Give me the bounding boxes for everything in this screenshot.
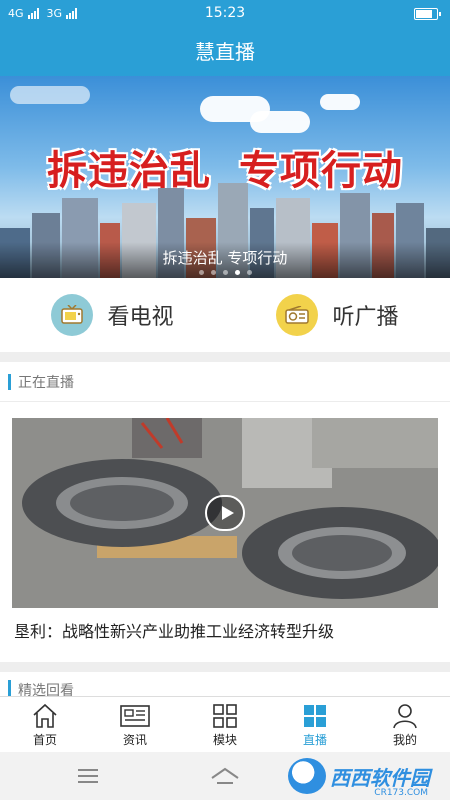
nav-label-profile: 我的: [392, 733, 417, 747]
carousel-dot[interactable]: [210, 270, 216, 275]
watermark-text: 西西软件园: [330, 765, 430, 790]
clock: 15:23: [204, 5, 246, 21]
watch-tv-label: 看电视: [107, 305, 174, 330]
nav-item-home[interactable]: 首页: [0, 697, 90, 752]
live-section: 正在直播 垦利：战略性新兴产业助推工业经济转型升级: [0, 362, 450, 662]
nav-item-news[interactable]: 资讯: [90, 697, 180, 752]
nav-item-profile[interactable]: 我的: [360, 697, 450, 752]
replay-section-header: 精选回看: [0, 672, 450, 696]
radio-icon: [276, 294, 319, 336]
replay-section: 精选回看: [0, 672, 450, 696]
cloud-decoration: [10, 86, 90, 104]
nav-item-modules[interactable]: 模块: [180, 697, 270, 752]
home-icon: [33, 703, 57, 728]
banner-carousel[interactable]: 拆违治乱 专项行动 拆违治乱 专项行动: [0, 76, 450, 278]
tv-icon: [51, 294, 94, 336]
cloud-decoration: [250, 111, 310, 133]
live-icon: [304, 705, 326, 727]
news-icon: [120, 705, 150, 727]
watermark-subtext: CR173.COM: [374, 788, 428, 798]
home-key-icon[interactable]: [210, 766, 240, 786]
nav-label-news: 资讯: [122, 733, 147, 747]
listen-radio-label: 听广播: [332, 305, 399, 330]
nav-item-live[interactable]: 直播: [270, 697, 360, 752]
listen-radio-button[interactable]: 听广播: [225, 278, 450, 352]
cloud-decoration: [320, 94, 360, 110]
battery-icon: [414, 8, 441, 20]
carousel-dot-active[interactable]: [234, 270, 240, 275]
section-marker: [8, 373, 11, 390]
live-section-header: 正在直播: [0, 362, 450, 402]
nav-label-home: 首页: [32, 733, 57, 747]
page-title: 慧直播: [195, 40, 255, 64]
status-bar: 4G 3G 15:23: [0, 0, 450, 28]
live-video-title[interactable]: 垦利：战略性新兴产业助推工业经济转型升级: [14, 618, 438, 642]
watermark-logo: 西西软件园 CR173.COM: [288, 758, 430, 798]
modules-icon: [213, 704, 237, 728]
banner-caption: 拆违治乱 专项行动: [162, 249, 288, 267]
carousel-dot[interactable]: [246, 270, 252, 275]
nav-label-modules: 模块: [212, 733, 237, 747]
profile-icon: [393, 704, 417, 729]
replay-section-title: 精选回看: [18, 683, 74, 696]
play-button[interactable]: [205, 495, 245, 531]
live-section-title: 正在直播: [18, 374, 74, 391]
system-nav-bar: 西西软件园 CR173.COM: [0, 752, 450, 800]
section-marker: [8, 680, 11, 696]
menu-icon[interactable]: [78, 769, 98, 787]
live-video-thumbnail[interactable]: [12, 418, 438, 608]
quick-entries: 看电视 听广播: [0, 278, 450, 352]
title-bar: 慧直播: [0, 28, 450, 76]
watch-tv-button[interactable]: 看电视: [0, 278, 225, 352]
nav-label-live: 直播: [302, 733, 327, 747]
bottom-nav: 首页 资讯 模块 直播 我的: [0, 696, 450, 752]
carousel-dot[interactable]: [198, 270, 204, 275]
carousel-dots: [0, 270, 450, 275]
carousel-dot[interactable]: [222, 270, 228, 275]
watermark-icon: [288, 758, 326, 794]
